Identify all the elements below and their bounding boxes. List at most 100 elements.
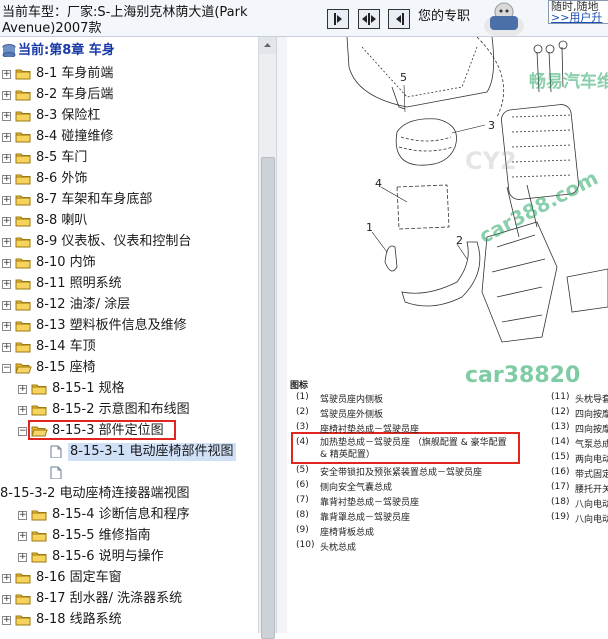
folder-icon <box>31 510 47 521</box>
expand-icon[interactable]: + <box>2 343 11 352</box>
legend-text: 八向电动 <box>575 500 608 510</box>
tree-item[interactable]: −8-15-3 部件定位图 <box>0 420 258 441</box>
tree-item[interactable]: +8-5 车门 <box>0 148 258 168</box>
legend-text: 加热垫总成－驾驶员座 （旗舰配置 & 豪华配置 & 精英配置） <box>320 438 507 460</box>
expand-icon[interactable]: + <box>2 574 11 583</box>
legend-number: (9) <box>296 525 309 535</box>
tree-item-label: 8-15-2 示意图和布线图 <box>52 402 190 417</box>
tree-item[interactable]: 8-15-3-2 电动座椅连接器端视图 <box>0 484 258 504</box>
tree-item[interactable]: +8-2 车身后端 <box>0 85 258 105</box>
expand-icon[interactable]: + <box>18 511 27 520</box>
expand-icon[interactable]: + <box>18 532 27 541</box>
expand-icon[interactable]: + <box>18 385 27 394</box>
tree-item-label: 8-11 照明系统 <box>36 276 122 291</box>
tree-item[interactable]: +8-14 车顶 <box>0 337 258 357</box>
expand-icon[interactable]: + <box>2 175 11 184</box>
legend-text: 四向按摩 <box>575 410 608 420</box>
chapter-tree: 当前:第8章 车身 +8-1 车身前端 +8-2 车身后端 +8-3 保险杠 +8-4… <box>0 37 258 633</box>
expand-icon[interactable]: + <box>2 70 11 79</box>
tree-item[interactable]: +8-11 照明系统 <box>0 274 258 294</box>
tree-item[interactable]: − 8-15 座椅 <box>0 358 258 378</box>
tree-item-label: 8-5 车门 <box>36 150 88 165</box>
folder-icon <box>15 111 31 122</box>
callout-1: 1 <box>366 221 373 234</box>
expand-icon[interactable]: + <box>2 112 11 121</box>
folder-icon <box>15 195 31 206</box>
tree-item[interactable]: +8-18 线路系统 <box>0 610 258 630</box>
legend-number: (18) <box>551 497 570 507</box>
folder-icon <box>15 342 31 353</box>
legend-title: 图标 <box>290 381 309 391</box>
collapse-icon[interactable]: − <box>18 427 27 436</box>
expand-icon[interactable]: + <box>2 322 11 331</box>
tree-item[interactable]: +8-17 刮水器/ 洗涤器系统 <box>0 589 258 609</box>
tree-item[interactable]: +8-15-5 维修指南 <box>0 526 258 546</box>
folder-icon <box>15 132 31 143</box>
expand-icon[interactable]: + <box>2 259 11 268</box>
tree-item[interactable]: +8-3 保险杠 <box>0 106 258 126</box>
expand-icon[interactable]: + <box>2 91 11 100</box>
tree-item-label: 8-2 车身后端 <box>36 87 114 102</box>
tree-item[interactable]: +8-12 油漆/ 涂层 <box>0 295 258 315</box>
expand-collapse-button[interactable] <box>358 9 380 29</box>
previous-page-button[interactable] <box>388 9 410 29</box>
sync-tree-button[interactable] <box>327 9 349 29</box>
legend-text: 座椅背板总成 <box>320 528 375 538</box>
legend-number: (13) <box>551 422 570 432</box>
folder-icon <box>31 405 47 416</box>
tree-item[interactable]: +8-15-4 诊断信息和程序 <box>0 505 258 525</box>
callout-3: 3 <box>488 119 495 132</box>
expand-icon[interactable]: + <box>2 595 11 604</box>
legend-text: 头枕总成 <box>320 543 357 553</box>
outer-side-panel <box>401 241 481 307</box>
expand-icon[interactable]: + <box>2 616 11 625</box>
heating-pad <box>396 184 450 230</box>
collapse-icon[interactable]: − <box>2 364 11 373</box>
legend-text: 座椅衬垫总成－驾驶员座 <box>320 425 420 435</box>
scroll-up-button[interactable] <box>259 37 276 54</box>
tree-item-label: 8-16 固定车窗 <box>36 570 122 585</box>
tree-item[interactable]: +8-15-6 说明与操作 <box>0 547 258 567</box>
user-upgrade-box: 随时,随地 >>用户升 <box>548 0 608 24</box>
tree-item[interactable]: +8-7 车架和车身底部 <box>0 190 258 210</box>
tree-item[interactable]: +8-16 固定车窗 <box>0 568 258 588</box>
legend-text: 驾驶员座外侧板 <box>320 410 384 420</box>
tree-item[interactable]: +8-13 塑料板件信息及维修 <box>0 316 258 336</box>
tree-item[interactable]: +8-8 喇叭 <box>0 211 258 231</box>
chevron-up-icon <box>264 43 271 47</box>
folder-icon <box>15 279 31 290</box>
expand-icon[interactable]: + <box>2 154 11 163</box>
tree-item[interactable]: +8-10 内饰 <box>0 253 258 273</box>
expand-icon[interactable]: + <box>18 406 27 415</box>
tree-item[interactable]: +8-9 仪表板、仪表和控制台 <box>0 232 258 252</box>
tree-item[interactable]: +8-15-1 规格 <box>0 379 258 399</box>
expand-icon[interactable]: + <box>2 133 11 142</box>
expand-icon[interactable]: + <box>2 238 11 247</box>
tree-item-label: 8-15-4 诊断信息和程序 <box>52 507 190 522</box>
legend-number: (19) <box>551 512 570 522</box>
expand-icon[interactable]: + <box>2 217 11 226</box>
legend-text: 四向按摩 <box>575 425 608 435</box>
folder-icon <box>15 216 31 227</box>
expand-icon[interactable]: + <box>2 280 11 289</box>
scroll-thumb[interactable] <box>261 157 275 639</box>
tree-item[interactable]: 8-15-3-1 电动座椅部件视图 <box>0 442 258 462</box>
legend-text: 安全带锁扣及预张紧装置总成－驾驶员座 <box>320 468 483 478</box>
legend-text: 带式固定 <box>575 470 608 480</box>
expand-icon[interactable]: + <box>18 553 27 562</box>
folder-icon <box>15 153 31 164</box>
tree-scrollbar[interactable] <box>258 37 276 639</box>
user-upgrade-link[interactable]: >>用户升 <box>551 12 608 23</box>
legend-number: (3) <box>296 422 309 432</box>
tree-item[interactable]: +8-15-2 示意图和布线图 <box>0 400 258 420</box>
tree-item[interactable] <box>0 463 258 483</box>
legend-number: (14) <box>551 437 570 447</box>
current-car-info: 当前车型：厂家:S-上海别克林荫大道(Park Avenue)2007款 <box>2 5 252 36</box>
expand-icon[interactable]: + <box>2 301 11 310</box>
tree-item[interactable]: +8-4 碰撞维修 <box>0 127 258 147</box>
tree-root-label: 当前:第8章 车身 <box>18 43 115 58</box>
tree-item[interactable]: +8-6 外饰 <box>0 169 258 189</box>
tree-item-label: 8-10 内饰 <box>36 255 96 270</box>
tree-item[interactable]: +8-1 车身前端 <box>0 64 258 84</box>
expand-icon[interactable]: + <box>2 196 11 205</box>
